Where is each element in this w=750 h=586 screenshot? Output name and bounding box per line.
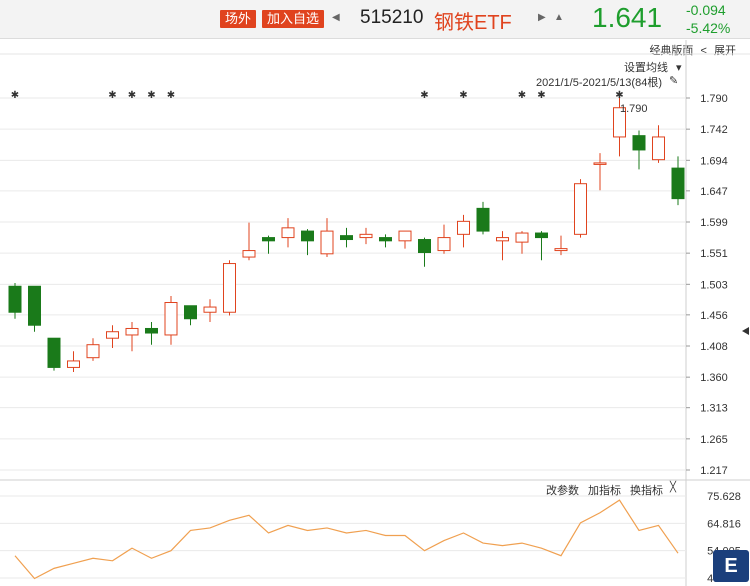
candle-body xyxy=(574,183,587,235)
app-logo: E xyxy=(713,550,749,582)
y-tick-label: 1.265 xyxy=(700,434,728,446)
event-mark: ✱ xyxy=(108,90,116,101)
indicator-tick-label: 64.816 xyxy=(707,518,741,530)
event-mark: ✱ xyxy=(537,90,545,101)
event-mark: ✱ xyxy=(459,90,467,101)
candle-body xyxy=(496,237,509,242)
candle-body xyxy=(164,302,178,336)
candle-body xyxy=(457,220,470,235)
candle-body xyxy=(184,305,197,320)
y-tick-label: 1.217 xyxy=(700,465,728,477)
add-indicator-button[interactable]: 加指标 xyxy=(588,482,621,498)
y-tick-label: 1.599 xyxy=(700,217,728,229)
candle-body xyxy=(535,232,548,239)
candle-body xyxy=(301,230,314,242)
pin-icon[interactable]: ✎ xyxy=(669,75,678,87)
event-mark: ✱ xyxy=(420,90,428,101)
candle-body xyxy=(379,237,392,242)
y-tick-label: 1.408 xyxy=(700,341,728,353)
candle-body xyxy=(418,239,431,254)
date-range-label: 2021/1/5-2021/5/13(84根) xyxy=(536,75,662,89)
candle-body xyxy=(203,306,217,313)
ma-dropdown-icon[interactable]: ▾ xyxy=(676,62,682,74)
candle-body xyxy=(125,327,139,336)
candle-body xyxy=(106,331,119,339)
y-tick-label: 1.360 xyxy=(700,372,728,384)
candle-body xyxy=(320,230,334,255)
candle-body xyxy=(554,248,568,252)
candle-body xyxy=(281,227,295,239)
candle-body xyxy=(47,337,61,368)
y-tick-label: 1.551 xyxy=(700,248,728,260)
y-tick-label: 1.647 xyxy=(700,186,728,198)
max-price-label: 1.790 xyxy=(620,103,648,115)
event-mark: ✱ xyxy=(11,90,19,101)
indicator-line xyxy=(14,499,679,580)
candle-body xyxy=(437,237,451,252)
candle-body xyxy=(359,233,373,239)
candle-body xyxy=(86,344,100,359)
y-tick-label: 1.456 xyxy=(700,310,728,322)
y-tick-label: 1.313 xyxy=(700,403,728,415)
candle-body xyxy=(515,232,529,243)
event-mark: ✱ xyxy=(518,90,526,101)
candle-body xyxy=(67,360,80,368)
candle-body xyxy=(145,327,158,334)
candle-body xyxy=(593,162,607,165)
kline-chart[interactable]: ✱ ✱ ✱ ✱ ✱ ✱ ✱ ✱ ✱ ✱ 1.790 1.742 1.694 1.647 1.599 1.55… xyxy=(0,0,750,586)
indicator-tick-label: 75.628 xyxy=(707,491,741,503)
y-tick-label: 1.694 xyxy=(700,155,728,167)
switch-indicator-button[interactable]: 换指标 xyxy=(630,482,663,498)
candle-body xyxy=(262,237,275,242)
set-ma-button[interactable]: 设置均线 xyxy=(624,60,668,74)
edit-params-button[interactable]: 改参数 xyxy=(546,482,579,498)
y-tick-label: 1.503 xyxy=(700,279,728,291)
candle-body xyxy=(671,167,685,200)
candle-body xyxy=(28,285,41,326)
candle-body xyxy=(476,207,490,232)
event-mark: ✱ xyxy=(147,90,155,101)
y-tick-label: 1.790 xyxy=(700,93,728,105)
candle-body xyxy=(632,135,646,151)
candle-body xyxy=(223,263,236,313)
price-pointer-icon xyxy=(742,327,749,335)
event-mark: ✱ xyxy=(615,90,623,101)
close-indicator-icon[interactable]: ╳ xyxy=(670,482,676,493)
candle-body xyxy=(652,136,665,161)
event-mark: ✱ xyxy=(128,90,136,101)
candle-body xyxy=(8,285,22,313)
candle-body xyxy=(242,250,256,258)
y-tick-label: 1.742 xyxy=(700,124,728,136)
candle-body xyxy=(340,235,353,241)
candle-body xyxy=(398,230,412,242)
event-mark: ✱ xyxy=(167,90,175,101)
